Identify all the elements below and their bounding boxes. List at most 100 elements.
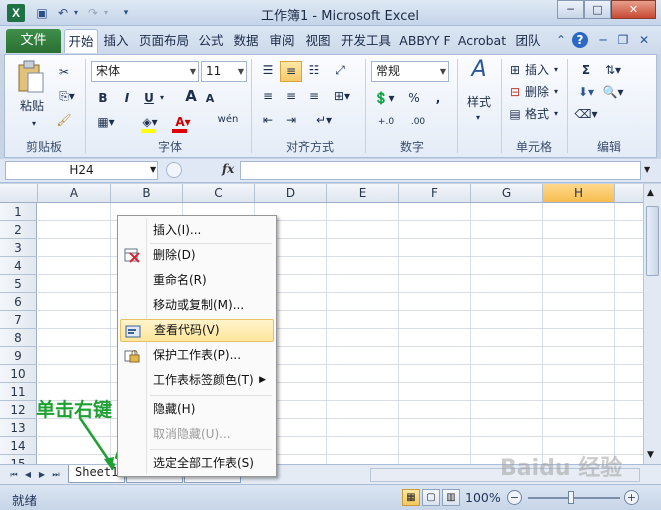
align-middle-icon[interactable]: ≡ <box>280 61 302 82</box>
scroll-down-icon[interactable]: ▼ <box>647 450 654 460</box>
find-select-icon[interactable]: 🔍▾ <box>601 83 625 101</box>
comma-button[interactable]: , <box>431 89 445 107</box>
zoom-in-icon[interactable]: + <box>624 490 639 505</box>
expand-formula-bar-icon[interactable]: ▼ <box>644 165 650 174</box>
tab-developer[interactable]: 开发工具 <box>338 29 394 53</box>
menu-item-move-copy[interactable]: 移动或复制(M)... <box>120 294 274 317</box>
tab-insert[interactable]: 插入 <box>101 29 131 53</box>
first-sheet-icon[interactable]: ⏮ <box>8 468 20 482</box>
tab-page-layout[interactable]: 页面布局 <box>137 29 191 53</box>
menu-item-select-all-sheets[interactable]: 选定全部工作表(S) <box>120 452 274 475</box>
italic-button[interactable]: I <box>119 89 135 107</box>
percent-button[interactable]: % <box>407 89 421 107</box>
paste-dropdown-icon[interactable]: ▾ <box>27 115 41 133</box>
grow-font-button[interactable]: A <box>183 87 199 105</box>
row-header[interactable]: 3 <box>0 239 37 257</box>
insert-cells-button[interactable]: 插入 <box>523 61 551 79</box>
column-header[interactable]: D <box>255 184 327 203</box>
insert-function-icon[interactable]: fx <box>222 162 234 176</box>
menu-item-tab-color[interactable]: 工作表标签颜色(T) ▶ <box>120 369 274 392</box>
tab-team[interactable]: 团队 <box>513 29 543 53</box>
menu-item-protect-sheet[interactable]: 保护工作表(P)... <box>120 344 274 367</box>
align-center-icon[interactable]: ≡ <box>280 87 302 105</box>
styles-icon[interactable]: A <box>463 59 495 93</box>
copy-icon[interactable]: ⎘▾ <box>55 87 79 105</box>
scroll-thumb[interactable] <box>646 206 659 276</box>
delete-cells-icon[interactable]: ⊟ <box>507 83 523 101</box>
fill-icon[interactable]: ⬇▾ <box>573 83 599 101</box>
formula-input[interactable] <box>240 161 641 180</box>
font-name-select[interactable]: 宋体 ▼ <box>91 61 199 82</box>
row-header[interactable]: 12 <box>0 401 37 419</box>
workbook-minimize-icon[interactable]: ─ <box>595 32 611 48</box>
last-sheet-icon[interactable]: ⏭ <box>50 468 62 482</box>
menu-item-rename[interactable]: 重命名(R) <box>120 269 274 292</box>
wrap-text-icon[interactable]: ↵▾ <box>311 111 337 129</box>
row-header[interactable]: 2 <box>0 221 37 239</box>
borders-icon[interactable]: ▦▾ <box>95 113 117 131</box>
zoom-level[interactable]: 100% <box>465 490 501 505</box>
tab-abbyy[interactable]: ABBYY F <box>398 29 452 53</box>
chevron-down-icon[interactable]: ▾ <box>551 61 561 79</box>
column-header[interactable]: C <box>183 184 255 203</box>
align-top-icon[interactable]: ☰ <box>257 61 279 79</box>
column-header[interactable]: F <box>399 184 471 203</box>
row-header[interactable]: 8 <box>0 329 37 347</box>
redo-dropdown-icon[interactable]: ▾ <box>98 5 114 21</box>
tab-acrobat[interactable]: Acrobat <box>456 29 508 53</box>
row-header[interactable]: 7 <box>0 311 37 329</box>
tab-data[interactable]: 数据 <box>231 29 261 53</box>
close-button[interactable]: ✕ <box>611 0 656 19</box>
tab-file[interactable]: 文件 <box>6 29 61 53</box>
column-header[interactable]: A <box>38 184 111 203</box>
currency-icon[interactable]: 💲▾ <box>371 89 397 107</box>
column-header[interactable]: B <box>111 184 183 203</box>
phonetic-guide-button[interactable]: wén <box>215 111 241 129</box>
row-header[interactable]: 11 <box>0 383 37 401</box>
row-header[interactable]: 15 <box>0 455 37 464</box>
align-left-icon[interactable]: ≡ <box>257 87 279 105</box>
column-header[interactable]: G <box>471 184 543 203</box>
number-format-select[interactable]: 常规 ▼ <box>371 61 449 82</box>
workbook-close-icon[interactable]: ✕ <box>636 32 652 48</box>
tab-review[interactable]: 审阅 <box>267 29 297 53</box>
tab-view[interactable]: 视图 <box>303 29 333 53</box>
minimize-button[interactable]: ─ <box>557 0 584 19</box>
row-header[interactable]: 4 <box>0 257 37 275</box>
format-cells-button[interactable]: 格式 <box>523 105 551 123</box>
underline-dropdown-icon[interactable]: ▾ <box>157 89 167 107</box>
maximize-button[interactable]: □ <box>584 0 611 19</box>
align-right-icon[interactable]: ≡ <box>303 87 325 105</box>
zoom-slider[interactable] <box>528 497 620 499</box>
menu-item-hide[interactable]: 隐藏(H) <box>120 398 274 421</box>
page-break-view-icon[interactable]: ▥ <box>442 489 460 506</box>
page-layout-view-icon[interactable]: ▢ <box>422 489 440 506</box>
align-bottom-icon[interactable]: ☷ <box>303 61 325 79</box>
increase-indent-icon[interactable]: ⇥ <box>280 111 302 129</box>
insert-cells-icon[interactable]: ⊞ <box>507 61 523 79</box>
clear-icon[interactable]: ⌫▾ <box>573 105 599 123</box>
column-header[interactable] <box>615 184 643 203</box>
row-header[interactable]: 5 <box>0 275 37 293</box>
merge-center-icon[interactable]: ⊞▾ <box>329 87 355 105</box>
vertical-scrollbar[interactable]: ▲ ▼ <box>643 184 661 464</box>
undo-dropdown-icon[interactable]: ▾ <box>68 5 84 21</box>
chevron-down-icon[interactable]: ▾ <box>551 83 561 101</box>
row-header[interactable]: 9 <box>0 347 37 365</box>
prev-sheet-icon[interactable]: ◀ <box>22 468 34 482</box>
delete-cells-button[interactable]: 删除 <box>523 83 551 101</box>
collapse-ribbon-icon[interactable]: ⌃ <box>553 32 569 48</box>
row-header[interactable]: 14 <box>0 437 37 455</box>
excel-app-icon[interactable]: X <box>7 4 25 22</box>
format-cells-icon[interactable]: ▤ <box>507 105 523 123</box>
row-header[interactable]: 1 <box>0 203 37 221</box>
decrease-indent-icon[interactable]: ⇤ <box>257 111 279 129</box>
styles-dropdown-icon[interactable]: ▾ <box>471 109 485 127</box>
sort-filter-icon[interactable]: ⇅▾ <box>601 61 625 79</box>
workbook-restore-icon[interactable]: ❐ <box>615 32 631 48</box>
paste-label[interactable]: 粘贴 <box>15 97 49 115</box>
tab-formulas[interactable]: 公式 <box>196 29 226 53</box>
menu-item-insert[interactable]: 插入(I)... <box>120 219 274 242</box>
select-all-corner[interactable] <box>0 184 38 203</box>
zoom-slider-thumb[interactable] <box>568 491 574 504</box>
